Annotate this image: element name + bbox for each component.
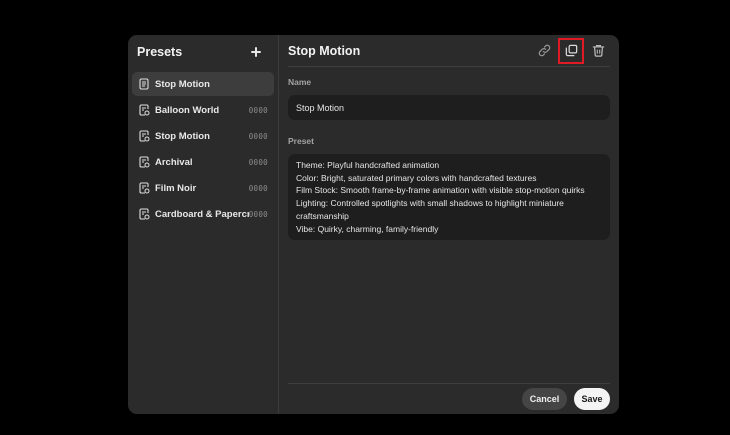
preset-label: Film Noir xyxy=(155,182,197,194)
preset-label: Cardboard & Papercraft xyxy=(155,208,249,220)
preset-editor: Stop Motion Name Stop Motion Preset Them… xyxy=(279,35,619,414)
preset-label: Balloon World xyxy=(155,104,220,116)
preset-doc-edit-icon xyxy=(139,182,150,194)
delete-button[interactable] xyxy=(586,39,610,63)
preset-code: 0000 xyxy=(248,209,268,219)
preset-list: Stop Motion Balloon World 0000 Stop Moti… xyxy=(128,72,278,226)
editor-title: Stop Motion xyxy=(288,43,361,58)
preset-label: Archival xyxy=(155,156,193,168)
preset-item-balloon-world[interactable]: Balloon World 0000 xyxy=(132,98,274,122)
preset-doc-edit-icon xyxy=(139,208,150,220)
save-button[interactable]: Save xyxy=(574,388,610,410)
preset-code: 0000 xyxy=(248,105,268,115)
cancel-button[interactable]: Cancel xyxy=(522,388,567,410)
preset-label: Preset xyxy=(288,136,314,146)
preset-doc-edit-icon xyxy=(139,156,150,168)
preset-label: Stop Motion xyxy=(155,78,210,90)
duplicate-button[interactable] xyxy=(558,37,584,64)
presets-dialog: Presets Stop Motion Balloon World 0000 S… xyxy=(128,35,619,414)
preset-item-film-noir[interactable]: Film Noir 0000 xyxy=(132,176,274,200)
preset-doc-edit-icon xyxy=(139,104,150,116)
copy-link-button[interactable] xyxy=(532,39,556,63)
sidebar-title: Presets xyxy=(137,45,183,59)
preset-code: 0000 xyxy=(248,183,268,193)
preset-doc-edit-icon xyxy=(139,130,150,142)
sidebar-header: Presets xyxy=(128,36,278,68)
name-label: Name xyxy=(288,77,312,87)
duplicate-icon xyxy=(565,44,577,57)
link-icon xyxy=(538,44,550,57)
preset-item-stop-motion[interactable]: Stop Motion 0000 xyxy=(132,124,274,148)
preset-item-archival[interactable]: Archival 0000 xyxy=(132,150,274,174)
preset-label: Stop Motion xyxy=(155,130,210,142)
editor-header: Stop Motion xyxy=(288,35,610,67)
preset-doc-icon xyxy=(139,78,149,90)
preset-code: 0000 xyxy=(248,157,268,167)
name-input[interactable] xyxy=(288,95,610,120)
editor-footer: Cancel Save xyxy=(288,383,610,414)
preset-item-cardboard-papercraft[interactable]: Cardboard & Papercraft 0000 xyxy=(132,202,274,226)
preset-textarea[interactable]: Theme: Playful handcrafted animation Col… xyxy=(288,154,610,240)
trash-icon xyxy=(592,45,604,57)
preset-code: 0000 xyxy=(248,131,268,141)
add-preset-button[interactable] xyxy=(248,44,264,60)
preset-item-stop-motion-active[interactable]: Stop Motion xyxy=(132,72,274,96)
presets-sidebar: Presets Stop Motion Balloon World 0000 S… xyxy=(128,35,279,414)
